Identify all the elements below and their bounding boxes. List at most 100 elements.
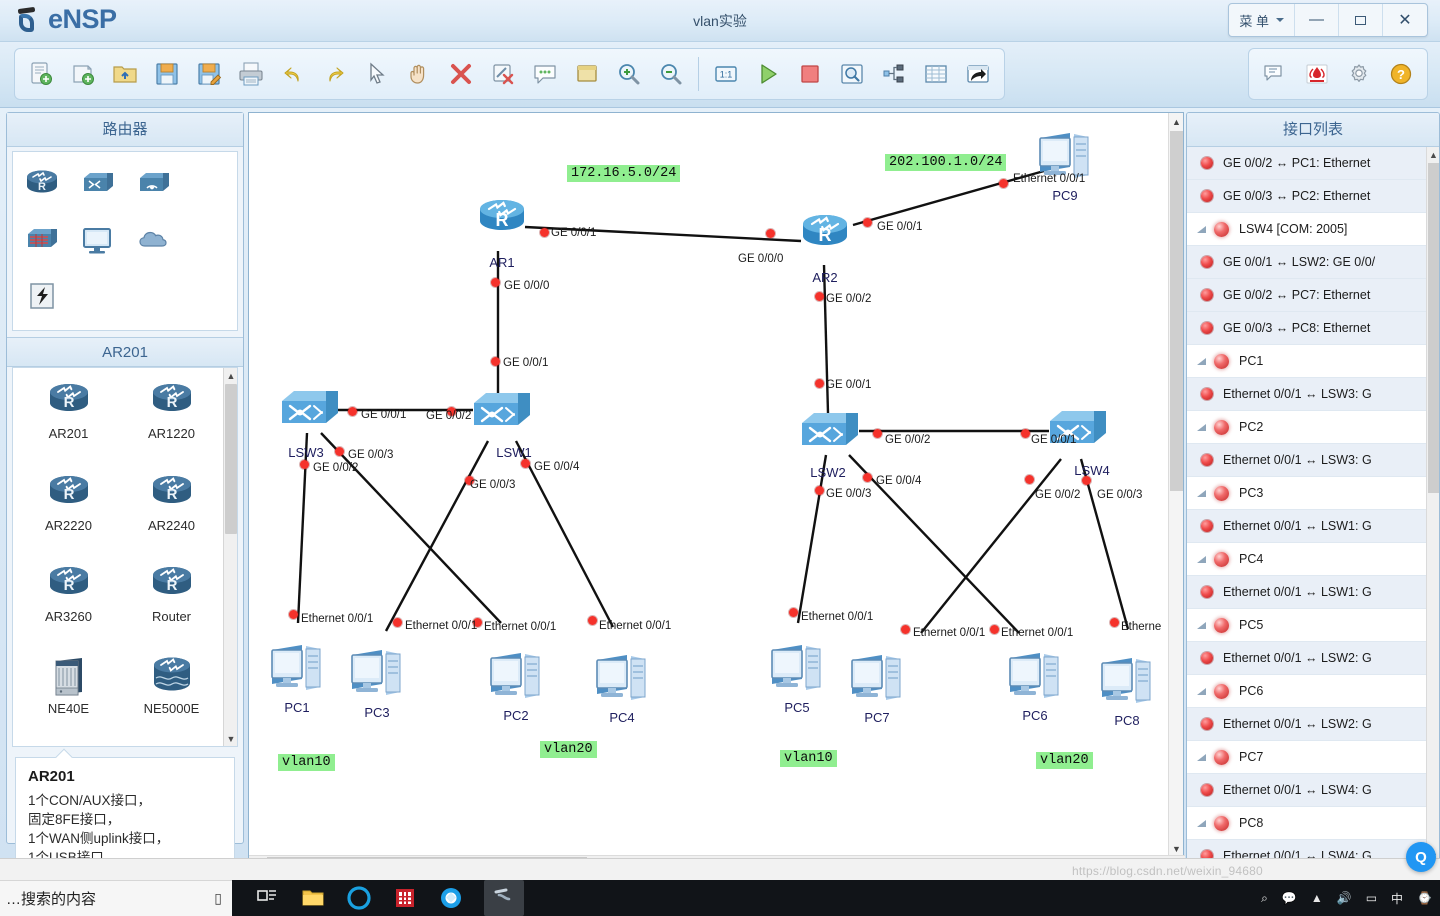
scroll-down-icon[interactable]: ▼ [224, 731, 238, 746]
topology-node-pc7[interactable]: PC7 [846, 648, 908, 725]
interface-device-row[interactable]: PC4 [1187, 543, 1439, 576]
switch-icon[interactable] [73, 158, 123, 210]
interface-device-row[interactable]: PC8 [1187, 807, 1439, 840]
topology-canvas[interactable]: R AR1 R AR2 PC9 LSW3 LSW1 LSW2 LSW4 PC1 … [249, 113, 1169, 857]
settings-gear-icon[interactable] [1339, 53, 1379, 95]
link-endpoint-dot[interactable] [873, 429, 882, 438]
link-endpoint-dot[interactable] [815, 486, 824, 495]
network-annotation-tag[interactable]: vlan20 [1036, 752, 1093, 769]
store-icon[interactable] [392, 885, 418, 911]
expand-triangle-icon[interactable] [1197, 687, 1206, 695]
expand-triangle-icon[interactable] [1197, 489, 1206, 497]
link-endpoint-dot[interactable] [901, 625, 910, 634]
tray-clock[interactable]: ⌚ [1417, 891, 1432, 905]
ensp-task-icon[interactable] [484, 880, 524, 916]
interface-port-row[interactable]: GE 0/0/1 ↔ LSW2: GE 0/0/ [1187, 246, 1439, 279]
router-icon[interactable]: R [17, 158, 67, 210]
link-endpoint-dot[interactable] [1082, 476, 1091, 485]
topology-node-pc4[interactable]: PC4 [591, 648, 653, 725]
topology-node-pc5[interactable]: PC5 [766, 638, 828, 715]
link-endpoint-dot[interactable] [491, 357, 500, 366]
interface-port-row[interactable]: Ethernet 0/0/1 ↔ LSW3: G [1187, 444, 1439, 477]
link-endpoint-dot[interactable] [766, 229, 775, 238]
interface-device-row[interactable]: PC5 [1187, 609, 1439, 642]
expand-triangle-icon[interactable] [1197, 225, 1206, 233]
edge-browser-icon[interactable] [346, 885, 372, 911]
topology-node-pc6[interactable]: PC6 [1004, 646, 1066, 723]
interface-port-row[interactable]: GE 0/0/2 ↔ PC1: Ethernet [1187, 147, 1439, 180]
link-endpoint-dot[interactable] [491, 278, 500, 287]
network-annotation-tag[interactable]: vlan10 [780, 750, 837, 767]
device-model-ne5000e[interactable]: NE5000E [120, 649, 223, 741]
scroll-thumb[interactable] [225, 384, 237, 534]
connection-icon[interactable] [17, 270, 67, 322]
save-as-icon[interactable] [189, 53, 229, 95]
pan-hand-icon[interactable] [399, 53, 439, 95]
canvas-vscroll-thumb[interactable] [1170, 131, 1183, 491]
network-annotation-tag[interactable]: vlan20 [540, 741, 597, 758]
expand-triangle-icon[interactable] [1197, 621, 1206, 629]
minimize-button[interactable]: — [1295, 4, 1339, 36]
menu-button[interactable]: 菜 单 [1229, 4, 1295, 36]
firewall-icon[interactable] [17, 214, 67, 266]
topology-tree-icon[interactable] [874, 53, 914, 95]
undo-icon[interactable] [273, 53, 313, 95]
tray-network-icon[interactable]: ▭ [1366, 891, 1377, 905]
rectangle-icon[interactable] [567, 53, 607, 95]
interface-device-row[interactable]: PC3 [1187, 477, 1439, 510]
tray-volume-icon[interactable]: 🔊 [1337, 891, 1352, 905]
link-endpoint-dot[interactable] [393, 618, 402, 627]
expand-triangle-icon[interactable] [1197, 819, 1206, 827]
topology-link[interactable] [920, 458, 1062, 634]
topology-node-pc3[interactable]: PC3 [346, 643, 408, 720]
interface-port-row[interactable]: GE 0/0/2 ↔ PC7: Ethernet [1187, 279, 1439, 312]
link-endpoint-dot[interactable] [300, 460, 309, 469]
network-annotation-tag[interactable]: 172.16.5.0/24 [567, 165, 681, 182]
stop-all-icon[interactable] [790, 53, 830, 95]
interface-port-row[interactable]: GE 0/0/3 ↔ PC2: Ethernet [1187, 180, 1439, 213]
print-icon[interactable] [231, 53, 271, 95]
redo-icon[interactable] [315, 53, 355, 95]
link-endpoint-dot[interactable] [815, 292, 824, 301]
link-endpoint-dot[interactable] [1021, 429, 1030, 438]
topology-node-lsw1[interactable]: LSW1 [470, 385, 534, 460]
network-annotation-tag[interactable]: vlan10 [278, 754, 335, 771]
link-endpoint-dot[interactable] [815, 379, 824, 388]
cloud-icon[interactable] [129, 214, 179, 266]
topology-link[interactable] [384, 440, 490, 632]
interface-device-row[interactable]: PC1 [1187, 345, 1439, 378]
link-endpoint-dot[interactable] [540, 228, 549, 237]
save-icon[interactable] [147, 53, 187, 95]
chrome-icon[interactable] [438, 885, 464, 911]
chat-icon[interactable] [1255, 53, 1295, 95]
topology-node-pc8[interactable]: PC8 [1096, 651, 1158, 728]
system-tray[interactable]: ⌕ 💬 ▲ 🔊 ▭ 中 ⌚ [1261, 880, 1432, 916]
start-all-icon[interactable] [748, 53, 788, 95]
device-model-router[interactable]: R Router [120, 557, 223, 649]
link-endpoint-dot[interactable] [863, 218, 872, 227]
tray-chat-icon[interactable]: 💬 [1282, 891, 1297, 905]
interface-port-row[interactable]: Ethernet 0/0/1 ↔ LSW2: G [1187, 708, 1439, 741]
canvas-scroll-up-icon[interactable]: ▲ [1169, 113, 1184, 130]
zoom-out-icon[interactable] [651, 53, 691, 95]
interface-port-row[interactable]: Ethernet 0/0/1 ↔ LSW1: G [1187, 510, 1439, 543]
new-tab-icon[interactable] [63, 53, 103, 95]
zoom-reset-icon[interactable]: 1:1 [706, 53, 746, 95]
delete-icon[interactable] [441, 53, 481, 95]
restore-window-icon[interactable] [958, 53, 998, 95]
device-grid-scrollbar[interactable]: ▲ ▼ [223, 368, 237, 746]
topology-link[interactable] [796, 454, 828, 624]
floating-chat-button[interactable]: Q [1406, 842, 1436, 872]
tray-cursor-icon[interactable]: ▲ [1311, 891, 1323, 905]
link-endpoint-dot[interactable] [789, 608, 798, 617]
expand-triangle-icon[interactable] [1197, 423, 1206, 431]
link-endpoint-dot[interactable] [1110, 618, 1119, 627]
tray-search-icon[interactable]: ⌕ [1261, 891, 1268, 906]
link-endpoint-dot[interactable] [335, 447, 344, 456]
expand-triangle-icon[interactable] [1197, 753, 1206, 761]
interface-port-row[interactable]: Ethernet 0/0/1 ↔ LSW1: G [1187, 576, 1439, 609]
select-cursor-icon[interactable] [357, 53, 397, 95]
interface-list[interactable]: GE 0/0/2 ↔ PC1: Ethernet GE 0/0/3 ↔ PC2: … [1187, 147, 1439, 861]
link-endpoint-dot[interactable] [289, 610, 298, 619]
file-explorer-icon[interactable] [300, 885, 326, 911]
